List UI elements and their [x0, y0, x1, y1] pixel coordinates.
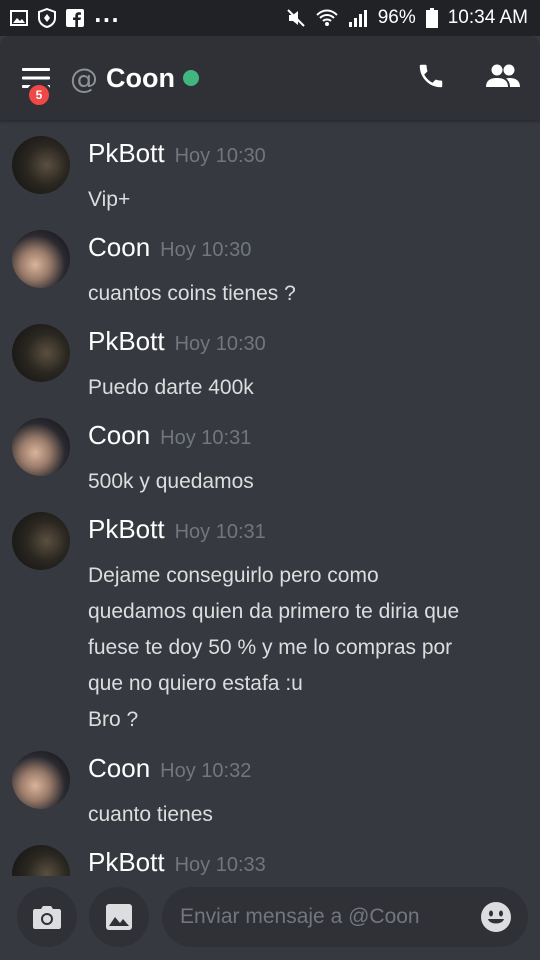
shield-hand-icon [38, 8, 56, 28]
message-header: Coon Hoy 10:31 [88, 420, 251, 451]
dm-title: Coon [106, 62, 175, 93]
wifi-icon [315, 9, 338, 27]
avatar[interactable] [12, 845, 70, 876]
avatar[interactable] [12, 324, 70, 382]
timestamp: Hoy 10:32 [160, 760, 252, 782]
message-line: Bro ? [88, 708, 139, 731]
timestamp: Hoy 10:31 [160, 427, 252, 449]
gallery-notification-icon [10, 10, 28, 26]
avatar[interactable] [12, 418, 70, 476]
message-input-placeholder: Enviar mensaje a @Coon [180, 905, 420, 928]
message-line: fuese te doy 50 % y me lo compras por [88, 636, 453, 659]
message-input[interactable]: Enviar mensaje a @Coon [162, 887, 528, 947]
message-header: PkBott Hoy 10:30 [88, 138, 266, 169]
message-line: cuantos coins tienes ? [88, 282, 296, 305]
avatar[interactable] [12, 751, 70, 809]
notification-badge: 5 [26, 82, 52, 108]
phone-icon [419, 64, 443, 88]
author-name[interactable]: Coon [88, 753, 150, 783]
message-content: 500k y quedamos [88, 464, 518, 500]
message-header: Coon Hoy 10:30 [88, 232, 251, 263]
battery-percentage: 96% [377, 7, 416, 28]
message-list[interactable]: PkBott Hoy 10:30 Vip+ Coon Hoy 10:30 cuant… [0, 120, 540, 876]
message-line: cuanto tienes [88, 803, 213, 826]
author-name[interactable]: PkBott [88, 326, 165, 356]
timestamp: Hoy 10:31 [174, 521, 266, 543]
emoji-button[interactable] [480, 901, 512, 933]
battery-icon [425, 8, 438, 28]
online-status-dot [182, 70, 199, 86]
message-header: Coon Hoy 10:32 [88, 753, 251, 784]
message-composer: Enviar mensaje a @Coon [0, 876, 540, 960]
facebook-icon [66, 9, 84, 27]
timestamp: Hoy 10:30 [174, 333, 266, 355]
message-header: PkBott Hoy 10:31 [88, 514, 266, 545]
gallery-button[interactable] [89, 887, 149, 947]
clock: 10:34 AM [447, 7, 528, 28]
call-button[interactable] [416, 61, 446, 95]
message-line: Vip+ [88, 188, 131, 211]
author-name[interactable]: Coon [88, 232, 150, 262]
message-line: Puedo darte 400k [88, 376, 254, 399]
avatar[interactable] [12, 512, 70, 570]
camera-button[interactable] [17, 887, 77, 947]
timestamp: Hoy 10:30 [160, 239, 252, 261]
status-left: ... [10, 3, 120, 28]
author-name[interactable]: PkBott [88, 138, 165, 168]
at-icon: @ [70, 61, 98, 95]
avatar[interactable] [12, 136, 70, 194]
message-line: Dejame conseguirlo pero como [88, 564, 379, 587]
mute-icon [286, 8, 306, 28]
channel-header: 5 @ Coon [0, 36, 540, 120]
message-line: 500k y quedamos [88, 470, 254, 493]
author-name[interactable]: Coon [88, 420, 150, 450]
status-bar: ... 96% 10:34 AM [0, 0, 540, 36]
header-actions [416, 61, 520, 95]
timestamp: Hoy 10:33 [174, 854, 266, 876]
message-content: cuanto tienes [88, 797, 518, 833]
message-line: que no quiero estafa :u [88, 672, 303, 695]
message-content: Vip+ [88, 182, 518, 218]
message-content: Puedo darte 400k [88, 370, 518, 406]
status-right: 96% 10:34 AM [286, 7, 528, 29]
message-content: Dejame conseguirlo pero como quedamos qu… [88, 558, 518, 738]
people-icon [486, 64, 520, 87]
author-name[interactable]: PkBott [88, 847, 165, 876]
signal-icon [348, 9, 368, 27]
author-name[interactable]: PkBott [88, 514, 165, 544]
message-header: PkBott Hoy 10:30 [88, 326, 266, 357]
camera-icon [33, 906, 61, 929]
message-line: quedamos quien da primero te diria que [88, 600, 460, 623]
image-icon [106, 904, 132, 930]
member-list-button[interactable] [486, 63, 520, 93]
more-notifications-indicator: ... [94, 3, 120, 27]
message-content: cuantos coins tienes ? [88, 276, 518, 312]
avatar[interactable] [12, 230, 70, 288]
message-header: PkBott Hoy 10:33 [88, 847, 266, 876]
timestamp: Hoy 10:30 [174, 145, 266, 167]
emoji-icon [481, 902, 511, 932]
